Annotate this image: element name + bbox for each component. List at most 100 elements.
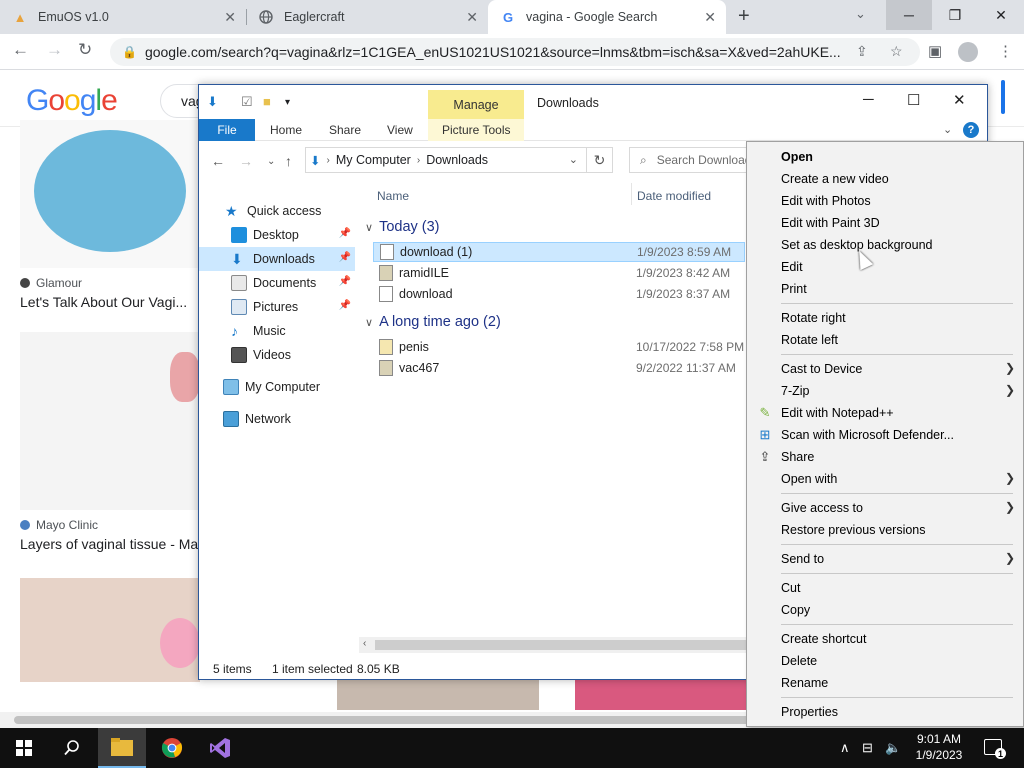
- result-source[interactable]: Glamour: [20, 276, 82, 290]
- close-window-button[interactable]: ✕: [978, 0, 1024, 30]
- nav-documents[interactable]: Documents 📌: [199, 271, 355, 295]
- tab-google-search[interactable]: G vagina - Google Search ✕: [488, 0, 726, 34]
- network-tray-icon[interactable]: ⊟: [862, 740, 873, 756]
- result-title[interactable]: Let's Talk About Our Vagi...: [20, 294, 187, 310]
- pin-icon[interactable]: 📌: [339, 276, 351, 287]
- start-button[interactable]: [0, 728, 48, 768]
- file-row[interactable]: vac467 9/2/2022 11:37 AM: [373, 358, 745, 378]
- result-title[interactable]: Layers of vaginal tissue - Ma: [20, 536, 198, 552]
- taskbar-chrome[interactable]: [148, 728, 196, 768]
- tab-file[interactable]: File: [199, 119, 255, 141]
- google-logo[interactable]: Google: [26, 84, 118, 118]
- menu-item-scan-defender[interactable]: ⊞ Scan with Microsoft Defender...: [747, 424, 1023, 446]
- tab-share[interactable]: Share: [329, 119, 361, 141]
- nav-desktop[interactable]: Desktop 📌: [199, 223, 355, 247]
- nav-quick-access[interactable]: ★ Quick access: [199, 199, 355, 223]
- menu-item-edit-paint3d[interactable]: Edit with Paint 3D: [747, 212, 1023, 234]
- menu-item-rename[interactable]: Rename: [747, 672, 1023, 694]
- explorer-address-bar[interactable]: ⬇ › My Computer › Downloads ⌄: [305, 147, 587, 173]
- volume-icon[interactable]: 🔈: [885, 740, 901, 756]
- taskbar-file-explorer[interactable]: [98, 728, 146, 768]
- menu-item-create-video[interactable]: Create a new video: [747, 168, 1023, 190]
- minimize-button[interactable]: ─: [863, 91, 874, 108]
- menu-item-cast-to-device[interactable]: Cast to Device ❯: [747, 358, 1023, 380]
- menu-item-share[interactable]: ⇪ Share: [747, 446, 1023, 468]
- tab-view[interactable]: View: [387, 119, 413, 141]
- column-divider[interactable]: [631, 183, 632, 205]
- result-image[interactable]: [337, 680, 539, 710]
- taskbar-visual-studio[interactable]: [196, 728, 244, 768]
- menu-item-rotate-left[interactable]: Rotate left: [747, 329, 1023, 351]
- back-arrow-icon[interactable]: ←: [211, 153, 225, 169]
- expand-ribbon-icon[interactable]: ⌄: [943, 123, 952, 136]
- menu-item-edit-photos[interactable]: Edit with Photos: [747, 190, 1023, 212]
- notifications-icon[interactable]: 1: [984, 739, 1006, 759]
- close-window-button[interactable]: ✕: [953, 91, 966, 109]
- close-tab-icon[interactable]: ✕: [224, 9, 236, 26]
- up-arrow-icon[interactable]: ↑: [285, 153, 292, 169]
- nav-videos[interactable]: Videos: [199, 343, 355, 367]
- menu-item-7zip[interactable]: 7-Zip ❯: [747, 380, 1023, 402]
- share-icon[interactable]: ⇪: [856, 43, 868, 60]
- result-image[interactable]: [20, 120, 200, 268]
- tab-home[interactable]: Home: [270, 119, 302, 141]
- menu-item-properties[interactable]: Properties: [747, 701, 1023, 723]
- close-tab-icon[interactable]: ✕: [704, 9, 716, 26]
- properties-checkbox-icon[interactable]: ☑: [241, 94, 253, 110]
- menu-item-give-access[interactable]: Give access to ❯: [747, 497, 1023, 519]
- menu-item-send-to[interactable]: Send to ❯: [747, 548, 1023, 570]
- back-arrow-icon[interactable]: ←: [12, 40, 29, 60]
- clock[interactable]: 9:01 AM 1/9/2023: [900, 731, 978, 763]
- menu-item-rotate-right[interactable]: Rotate right: [747, 307, 1023, 329]
- scrollbar-thumb[interactable]: [375, 640, 747, 650]
- menu-item-create-shortcut[interactable]: Create shortcut: [747, 628, 1023, 650]
- menu-item-cut[interactable]: Cut: [747, 577, 1023, 599]
- refresh-button[interactable]: ↻: [587, 147, 613, 173]
- maximize-button[interactable]: ☐: [907, 91, 920, 109]
- nav-my-computer[interactable]: My Computer: [199, 375, 355, 399]
- address-bar[interactable]: 🔒 google.com/search?q=vagina&rlz=1C1GEA_…: [110, 38, 920, 66]
- tab-picture-tools[interactable]: Picture Tools: [442, 119, 510, 141]
- menu-dots-icon[interactable]: ⋮: [998, 42, 1013, 60]
- file-list-scrollbar[interactable]: ‹: [359, 637, 747, 653]
- file-row[interactable]: download 1/9/2023 8:37 AM: [373, 284, 745, 304]
- help-icon[interactable]: ?: [963, 122, 979, 138]
- tab-emuos[interactable]: ▲ EmuOS v1.0 ✕: [0, 0, 247, 34]
- manage-tab[interactable]: Manage: [428, 90, 524, 120]
- column-name[interactable]: Name: [377, 189, 409, 203]
- file-row[interactable]: download (1) 1/9/2023 8:59 AM: [373, 242, 745, 262]
- chevron-down-icon[interactable]: ⌄: [569, 153, 578, 166]
- menu-item-print[interactable]: Print: [747, 278, 1023, 300]
- restore-button[interactable]: ❐: [932, 0, 978, 30]
- menu-item-restore-versions[interactable]: Restore previous versions: [747, 519, 1023, 541]
- folder-icon[interactable]: ■: [263, 94, 271, 109]
- forward-arrow-icon[interactable]: →: [239, 153, 253, 169]
- result-image[interactable]: [20, 578, 200, 682]
- pin-icon[interactable]: 📌: [339, 252, 351, 263]
- forward-arrow-icon[interactable]: →: [46, 40, 63, 60]
- show-hidden-icons-icon[interactable]: ∧: [840, 740, 850, 756]
- tab-eaglercraft[interactable]: Eaglercraft ✕: [246, 0, 488, 34]
- menu-item-delete[interactable]: Delete: [747, 650, 1023, 672]
- breadcrumb-my-computer[interactable]: My Computer: [336, 153, 411, 167]
- result-image[interactable]: [575, 680, 747, 710]
- side-panel-icon[interactable]: ▣: [928, 42, 942, 60]
- minimize-button[interactable]: ─: [886, 0, 932, 30]
- nav-music[interactable]: ♪ Music: [199, 319, 355, 343]
- profile-avatar[interactable]: [958, 42, 978, 62]
- nav-pictures[interactable]: Pictures 📌: [199, 295, 355, 319]
- pin-icon[interactable]: 📌: [339, 300, 351, 311]
- breadcrumb-downloads[interactable]: Downloads: [426, 153, 488, 167]
- close-tab-icon[interactable]: ✕: [466, 9, 478, 26]
- group-today[interactable]: ∨ Today (3): [365, 219, 440, 235]
- scroll-left-icon[interactable]: ‹: [363, 638, 366, 649]
- tab-search-icon[interactable]: ⌄: [855, 6, 866, 22]
- nav-downloads[interactable]: ⬇ Downloads 📌: [199, 247, 355, 271]
- menu-item-open[interactable]: Open: [747, 146, 1023, 168]
- file-row[interactable]: ramidILE 1/9/2023 8:42 AM: [373, 263, 745, 283]
- group-long-time-ago[interactable]: ∨ A long time ago (2): [365, 314, 501, 330]
- reload-icon[interactable]: ↻: [78, 40, 92, 60]
- menu-item-open-with[interactable]: Open with ❯: [747, 468, 1023, 490]
- bookmark-star-icon[interactable]: ☆: [890, 43, 903, 60]
- pin-icon[interactable]: 📌: [339, 228, 351, 239]
